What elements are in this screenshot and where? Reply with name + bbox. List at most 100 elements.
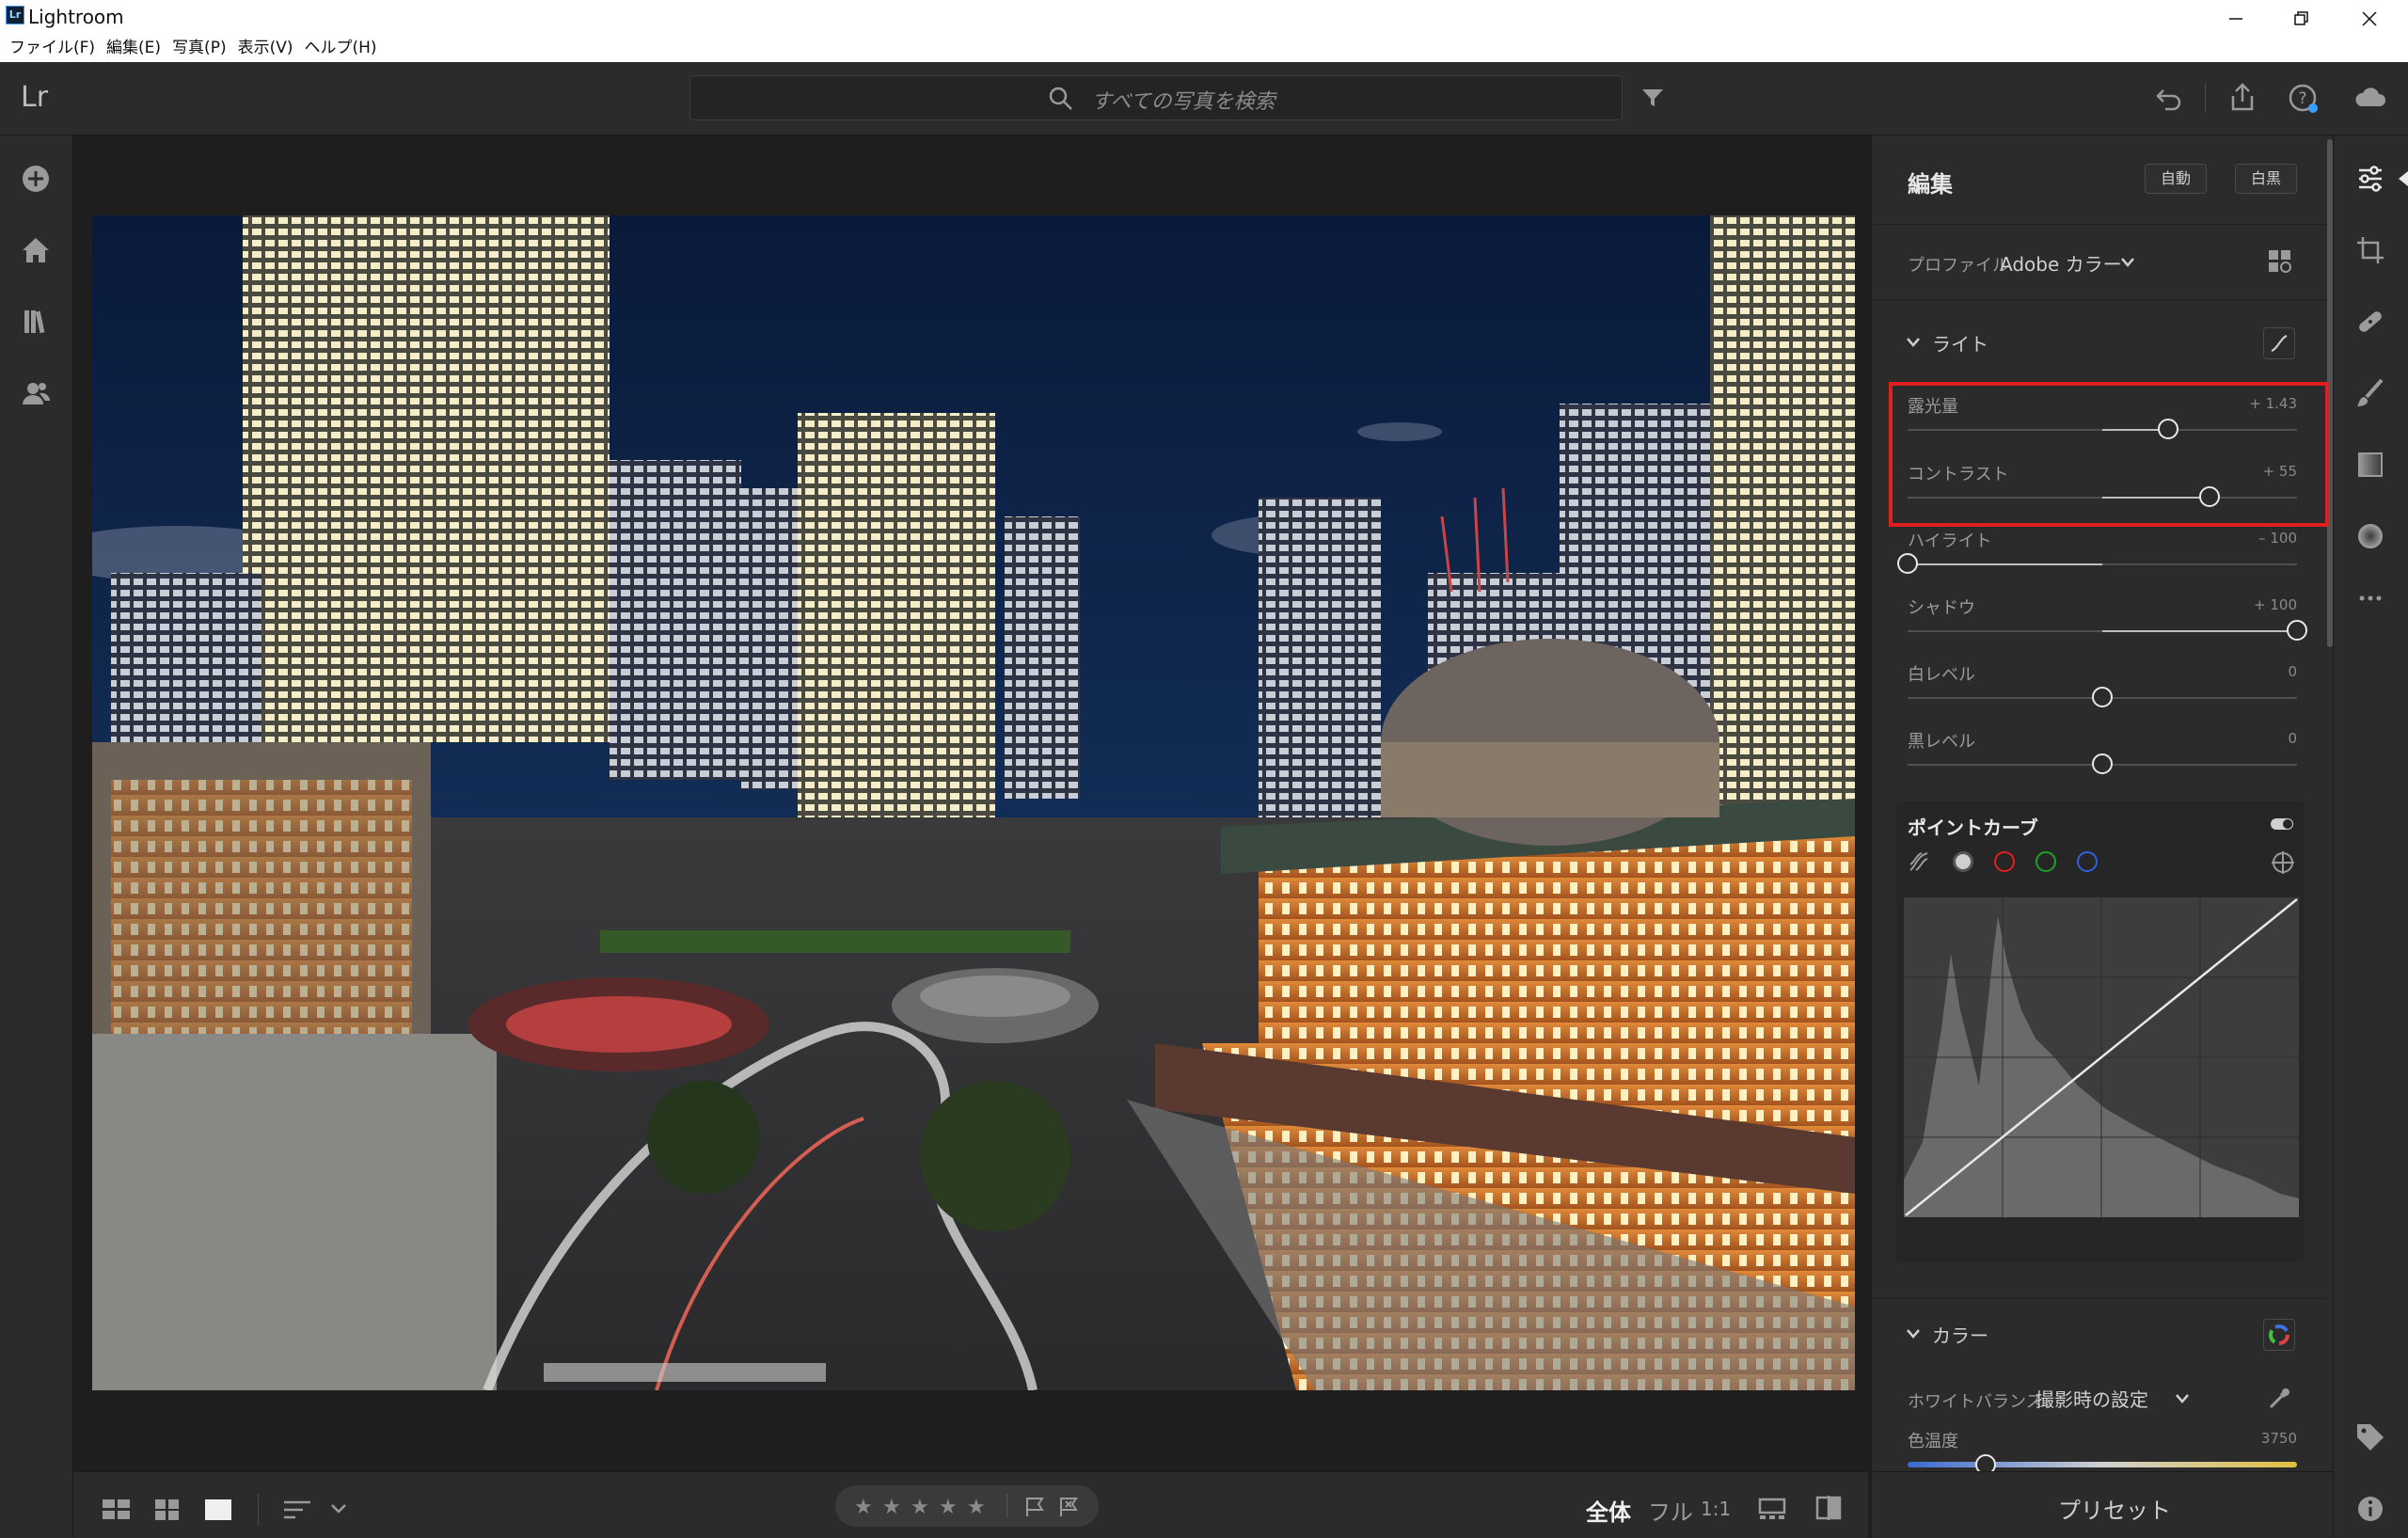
sort-icon[interactable] bbox=[282, 1498, 314, 1522]
library-icon[interactable] bbox=[19, 305, 53, 339]
bottom-divider bbox=[258, 1494, 259, 1526]
shadows-value[interactable]: + 100 bbox=[2222, 596, 2297, 613]
whites-value[interactable]: 0 bbox=[2222, 663, 2297, 680]
chevron-down-icon[interactable] bbox=[1906, 336, 1921, 349]
menu-view[interactable]: 表示(V) bbox=[232, 38, 299, 62]
square-grid-view-icon[interactable] bbox=[102, 1498, 132, 1522]
more-icon[interactable] bbox=[2353, 581, 2387, 615]
menu-photo[interactable]: 写真(P) bbox=[166, 38, 232, 62]
undo-icon[interactable] bbox=[2152, 81, 2186, 115]
blacks-value[interactable]: 0 bbox=[2222, 730, 2297, 747]
chevron-down-icon[interactable] bbox=[1906, 1327, 1921, 1340]
crop-icon[interactable] bbox=[2353, 233, 2387, 267]
restore-button[interactable] bbox=[2269, 0, 2335, 38]
profile-browser-icon[interactable] bbox=[2267, 248, 2293, 275]
star-4-icon[interactable]: ★ bbox=[939, 1496, 958, 1519]
slider-fill bbox=[2102, 630, 2297, 632]
white-balance-dropdown[interactable]: 撮影時の設定 bbox=[2036, 1385, 2148, 1412]
parametric-curve-icon[interactable] bbox=[1908, 850, 1930, 873]
channel-blue-button[interactable] bbox=[2077, 851, 2098, 872]
menu-help[interactable]: ヘルプ(H) bbox=[299, 38, 383, 62]
color-wheel-icon bbox=[2269, 1324, 2289, 1345]
menu-file[interactable]: ファイル(F) bbox=[4, 38, 101, 62]
color-section-header[interactable]: カラー bbox=[1932, 1321, 1988, 1348]
star-5-icon[interactable]: ★ bbox=[967, 1496, 986, 1519]
profile-dropdown[interactable]: Adobe カラー bbox=[2000, 249, 2122, 277]
star-3-icon[interactable]: ★ bbox=[911, 1496, 929, 1519]
channel-red-button[interactable] bbox=[1994, 851, 2015, 872]
help-icon[interactable]: ? bbox=[2286, 81, 2320, 115]
highlights-slider[interactable] bbox=[1897, 553, 2297, 574]
view-1to1-button[interactable]: 1:1 bbox=[1701, 1498, 1731, 1520]
restore-icon bbox=[2294, 11, 2308, 25]
cloud-icon[interactable] bbox=[2353, 81, 2387, 115]
tone-curve-graph[interactable] bbox=[1904, 897, 2299, 1217]
people-icon[interactable] bbox=[19, 376, 53, 410]
linear-gradient-icon[interactable] bbox=[2353, 448, 2387, 482]
tone-curve-button[interactable] bbox=[2263, 327, 2295, 359]
shadows-slider[interactable] bbox=[1908, 620, 2307, 641]
temperature-label: 色温度 bbox=[1908, 1432, 1958, 1451]
channel-green-button[interactable] bbox=[2036, 851, 2056, 872]
view-full-button[interactable]: フル bbox=[1648, 1494, 1693, 1527]
eyedropper-icon[interactable] bbox=[2267, 1385, 2293, 1411]
brush-icon[interactable] bbox=[2353, 376, 2387, 410]
slider-thumb[interactable] bbox=[2092, 753, 2113, 774]
home-icon[interactable] bbox=[19, 233, 53, 267]
toggle-visibility-icon[interactable] bbox=[2269, 815, 2295, 833]
blacks-slider[interactable] bbox=[1908, 753, 2297, 774]
share-icon[interactable] bbox=[2226, 81, 2259, 115]
rating-divider bbox=[1006, 1494, 1007, 1518]
whites-slider[interactable] bbox=[1908, 687, 2297, 707]
active-tool-indicator-icon bbox=[2399, 171, 2408, 186]
chevron-down-icon[interactable] bbox=[2175, 1392, 2190, 1405]
slider-thumb[interactable] bbox=[1897, 553, 1918, 574]
radial-gradient-icon[interactable] bbox=[2353, 519, 2387, 553]
slider-thumb[interactable] bbox=[2287, 620, 2307, 641]
target-adjust-icon[interactable] bbox=[2271, 850, 2295, 875]
panel-divider bbox=[1872, 224, 2327, 225]
star-1-icon[interactable]: ★ bbox=[854, 1496, 873, 1519]
shadows-label: シャドウ bbox=[1908, 598, 1975, 618]
whites-label: 白レベル bbox=[1908, 665, 1975, 685]
filmstrip-icon[interactable] bbox=[1757, 1496, 1787, 1522]
chevron-down-icon[interactable] bbox=[329, 1501, 348, 1516]
minimize-button[interactable] bbox=[2203, 0, 2269, 38]
flag-reject-icon[interactable] bbox=[1057, 1496, 1080, 1518]
edit-sliders-icon[interactable] bbox=[2353, 162, 2387, 196]
channel-rgb-button[interactable] bbox=[1953, 851, 1973, 872]
photo-grid-view-icon[interactable] bbox=[152, 1498, 182, 1522]
star-2-icon[interactable]: ★ bbox=[882, 1496, 901, 1519]
menu-edit[interactable]: 編集(E) bbox=[101, 38, 166, 62]
panel-divider bbox=[1872, 299, 2327, 300]
flag-pick-icon[interactable] bbox=[1023, 1496, 1046, 1518]
color-mixer-button[interactable] bbox=[2263, 1319, 2295, 1351]
close-button[interactable] bbox=[2337, 0, 2402, 38]
tokyo-station-night-photo bbox=[92, 215, 1855, 1390]
close-icon bbox=[2362, 11, 2377, 26]
annotation-highlight-box bbox=[1889, 382, 2329, 527]
temperature-value[interactable]: 3750 bbox=[2222, 1430, 2297, 1447]
compare-view-icon[interactable] bbox=[1814, 1494, 1844, 1522]
add-photos-icon[interactable] bbox=[19, 162, 53, 196]
left-rail bbox=[0, 135, 73, 1538]
temperature-slider-track[interactable] bbox=[1908, 1462, 2297, 1467]
tag-icon[interactable] bbox=[2353, 1420, 2387, 1454]
panel-title: 編集 bbox=[1908, 171, 1953, 198]
view-fit-button[interactable]: 全体 bbox=[1586, 1494, 1631, 1527]
main-photo[interactable] bbox=[92, 215, 1855, 1390]
white-balance-label: ホワイトバランス bbox=[1908, 1392, 2043, 1412]
info-icon[interactable] bbox=[2353, 1492, 2387, 1526]
presets-button[interactable]: プリセット bbox=[2058, 1492, 2171, 1525]
black-white-button[interactable]: 白黒 bbox=[2235, 164, 2297, 194]
healing-brush-icon[interactable] bbox=[2353, 305, 2387, 339]
highlights-label: ハイライト bbox=[1908, 531, 1992, 551]
filter-icon[interactable] bbox=[1640, 87, 1665, 109]
chevron-down-icon[interactable] bbox=[2120, 256, 2135, 269]
minimize-icon bbox=[2229, 18, 2242, 20]
highlights-value[interactable]: – 100 bbox=[2222, 530, 2297, 547]
auto-button[interactable]: 自動 bbox=[2145, 164, 2207, 194]
light-section-header[interactable]: ライト bbox=[1932, 329, 1988, 357]
detail-view-icon[interactable] bbox=[203, 1497, 233, 1523]
slider-thumb[interactable] bbox=[2092, 687, 2113, 707]
